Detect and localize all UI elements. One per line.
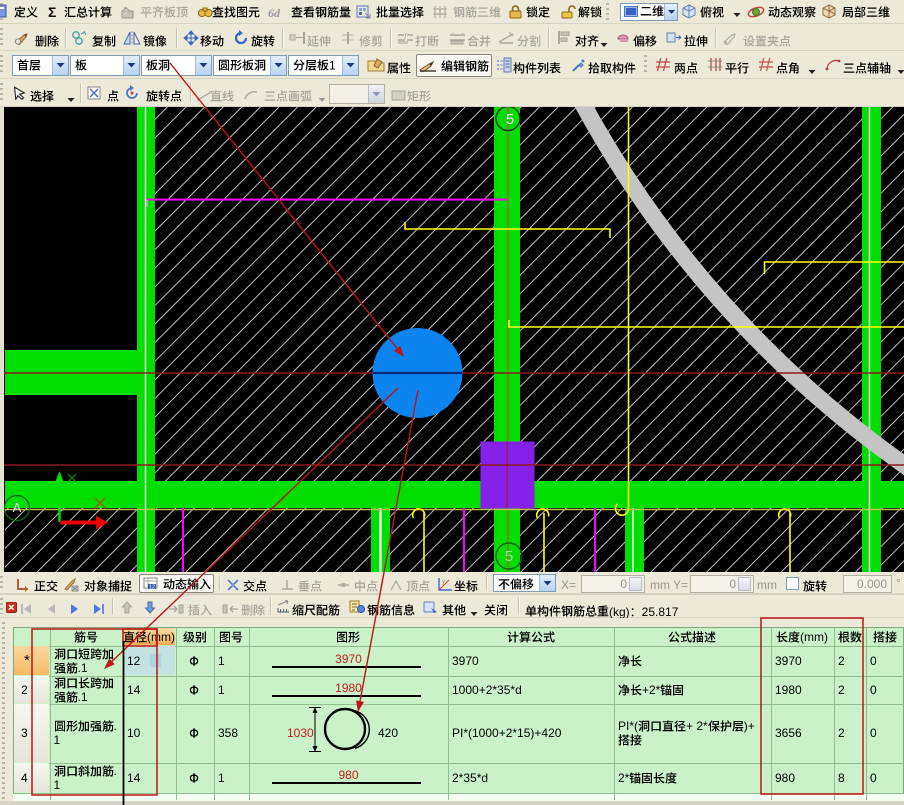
svg-text:5: 5 xyxy=(505,548,513,565)
svg-text:12: 12 xyxy=(149,585,155,591)
svg-text:y: y xyxy=(442,579,445,585)
svg-text:A: A xyxy=(13,500,22,515)
svg-text:5: 5 xyxy=(506,111,514,128)
